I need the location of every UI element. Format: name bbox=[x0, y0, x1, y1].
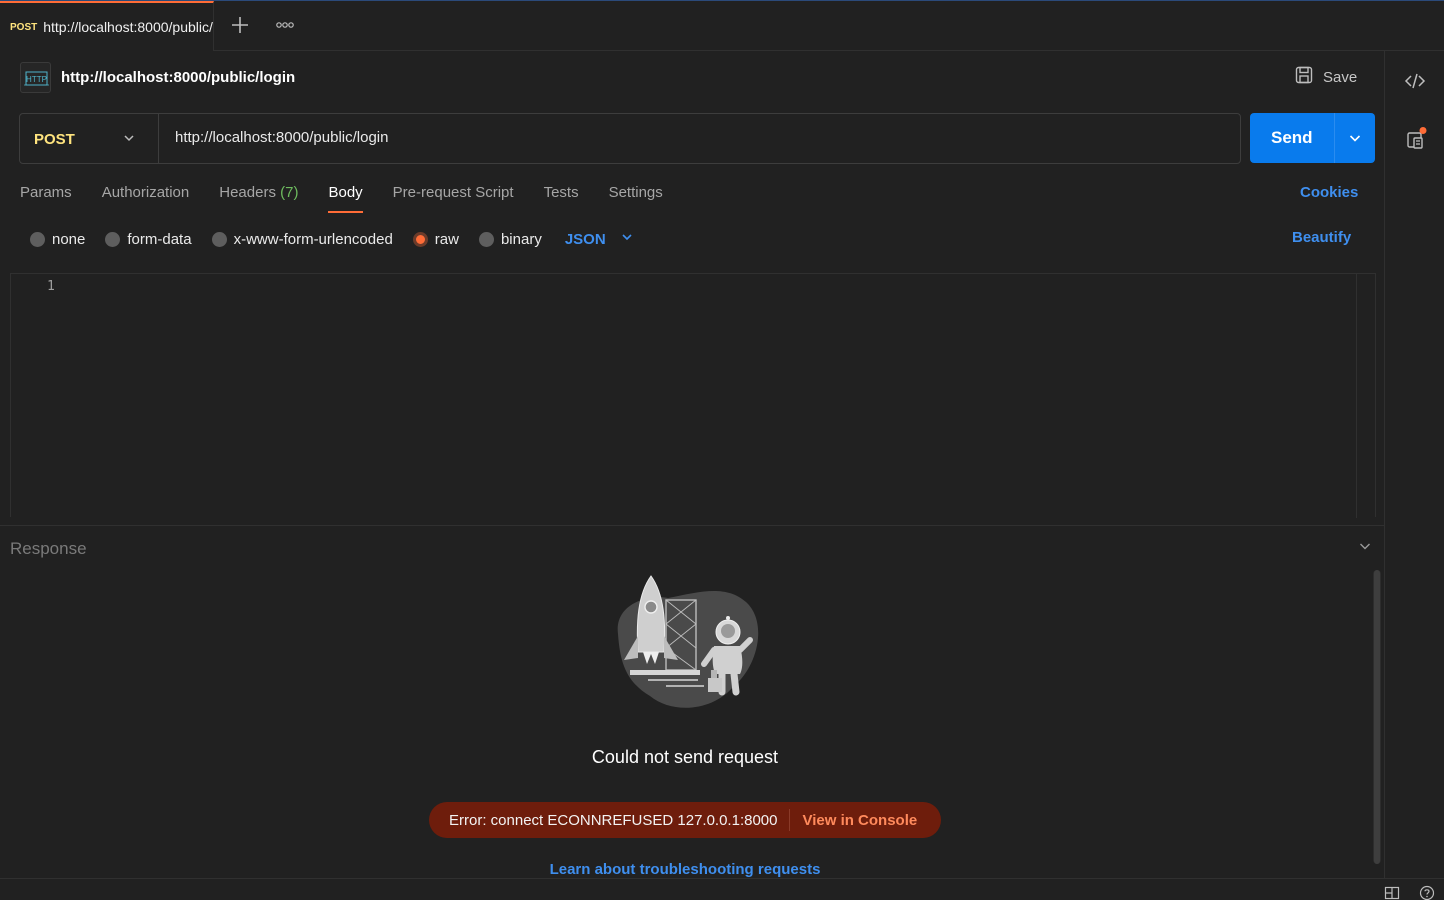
tab-method-badge: POST bbox=[10, 22, 38, 33]
editor-scrollbar[interactable] bbox=[1356, 274, 1357, 518]
radio-label: raw bbox=[434, 230, 459, 248]
chevron-down-icon bbox=[620, 230, 634, 248]
http-icon: HTTP bbox=[20, 62, 51, 93]
radio-label: none bbox=[52, 230, 86, 248]
chevron-down-icon bbox=[122, 131, 136, 150]
response-title: Response bbox=[10, 539, 87, 558]
radio-label: binary bbox=[500, 230, 542, 248]
radio-dot bbox=[478, 231, 494, 247]
language-select[interactable]: JSON bbox=[565, 230, 634, 248]
response-scrollbar[interactable] bbox=[1373, 570, 1381, 864]
body-type-selector: none form-data x-www-form-urlencoded raw… bbox=[30, 228, 634, 250]
help-icon[interactable] bbox=[1419, 885, 1435, 900]
tab-tests[interactable]: Tests bbox=[544, 183, 579, 213]
radio-urlencoded[interactable]: x-www-form-urlencoded bbox=[211, 230, 393, 248]
radio-form-data[interactable]: form-data bbox=[105, 230, 192, 248]
send-divider bbox=[1334, 113, 1335, 163]
radio-label: x-www-form-urlencoded bbox=[233, 230, 393, 248]
tab-bar: POST http://localhost:8000/public/login bbox=[0, 0, 1444, 51]
response-panel: Response Could not send request Error: c… bbox=[0, 525, 1384, 878]
request-title[interactable]: http://localhost:8000/public/login bbox=[61, 69, 295, 86]
radio-none[interactable]: none bbox=[30, 231, 85, 248]
tab-headers-label: Headers bbox=[219, 184, 276, 201]
language-value: JSON bbox=[564, 230, 606, 248]
error-banner: Error: connect ECONNREFUSED 127.0.0.1:80… bbox=[429, 802, 941, 838]
right-rail bbox=[1384, 51, 1444, 878]
url-input[interactable] bbox=[175, 129, 1215, 146]
tab-body[interactable]: Body bbox=[328, 183, 363, 213]
tab-settings[interactable]: Settings bbox=[609, 183, 663, 213]
code-icon[interactable] bbox=[1403, 69, 1427, 93]
cookies-link[interactable]: Cookies bbox=[1300, 184, 1358, 201]
send-button[interactable]: Send bbox=[1250, 113, 1375, 163]
radio-binary[interactable]: binary bbox=[478, 230, 542, 248]
method-select[interactable]: POST bbox=[20, 114, 159, 163]
chevron-down-icon[interactable] bbox=[1347, 130, 1363, 151]
tab-authorization[interactable]: Authorization bbox=[102, 183, 190, 213]
view-in-console-link[interactable]: View in Console bbox=[802, 812, 917, 829]
url-bar: POST bbox=[19, 113, 1241, 164]
plus-icon[interactable] bbox=[228, 13, 252, 37]
tab-headers[interactable]: Headers (7) bbox=[219, 183, 298, 213]
radio-label: form-data bbox=[127, 230, 192, 248]
status-bar bbox=[0, 878, 1444, 900]
layout-icon[interactable] bbox=[1384, 885, 1400, 900]
method-value: POST bbox=[34, 131, 75, 148]
troubleshooting-link[interactable]: Learn about troubleshooting requests bbox=[0, 861, 1370, 878]
save-label: Save bbox=[1323, 68, 1358, 86]
line-number: 1 bbox=[47, 279, 55, 294]
info-panel-icon[interactable] bbox=[1403, 127, 1427, 151]
save-icon bbox=[1294, 65, 1314, 89]
save-button[interactable]: Save bbox=[1294, 66, 1357, 88]
chevron-down-icon[interactable] bbox=[1357, 538, 1373, 559]
rocket-illustration bbox=[608, 574, 764, 714]
tab-params[interactable]: Params bbox=[20, 183, 72, 213]
error-message: Error: connect ECONNREFUSED 127.0.0.1:80… bbox=[449, 811, 778, 829]
headers-count-badge: (7) bbox=[280, 184, 299, 201]
send-label: Send bbox=[1271, 128, 1313, 147]
radio-dot bbox=[105, 231, 121, 247]
radio-dot bbox=[211, 231, 227, 247]
beautify-link[interactable]: Beautify bbox=[1292, 229, 1351, 246]
radio-dot bbox=[30, 231, 45, 247]
request-tab[interactable]: POST http://localhost:8000/public/login bbox=[0, 1, 214, 51]
more-icon[interactable] bbox=[272, 15, 298, 35]
divider bbox=[789, 809, 791, 831]
body-editor[interactable]: 1 bbox=[10, 273, 1376, 518]
radio-raw[interactable]: raw bbox=[412, 230, 459, 248]
scrollbar-thumb[interactable] bbox=[1374, 570, 1380, 864]
error-title: Could not send request bbox=[591, 747, 779, 767]
request-tabs: Params Authorization Headers (7) Body Pr… bbox=[20, 183, 693, 215]
tab-prerequest-script[interactable]: Pre-request Script bbox=[393, 183, 514, 213]
tab-title: http://localhost:8000/public/login bbox=[43, 19, 213, 35]
radio-dot-selected bbox=[412, 231, 428, 247]
svg-text:HTTP: HTTP bbox=[26, 75, 47, 84]
